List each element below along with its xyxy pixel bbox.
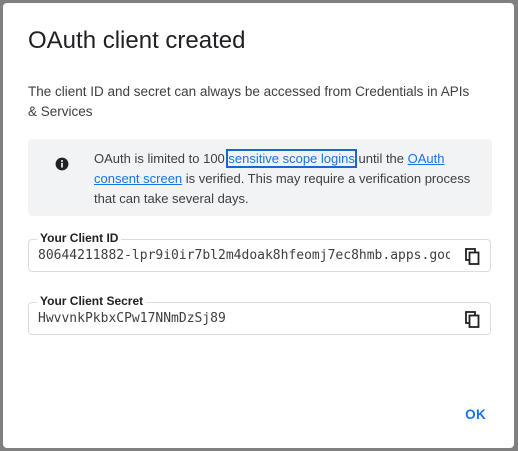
ok-button[interactable]: OK	[459, 403, 492, 426]
copy-client-id-button[interactable]	[462, 246, 482, 266]
copy-client-secret-button[interactable]	[462, 309, 482, 329]
verification-notice: OAuth is limited to 100 sensitive scope …	[28, 139, 492, 216]
notice-text-middle: until the	[354, 151, 408, 166]
client-id-value[interactable]: 80644211882-lpr9i0ir7bl2m4doak8hfeomj7ec…	[38, 248, 450, 264]
notice-text: OAuth is limited to 100 sensitive scope …	[94, 149, 484, 209]
client-id-label: Your Client ID	[37, 231, 122, 245]
client-id-field: Your Client ID 80644211882-lpr9i0ir7bl2m…	[28, 231, 491, 272]
copy-icon	[464, 247, 479, 265]
client-secret-field: Your Client Secret HwvvnkPkbxCPw17NNmDzS…	[28, 294, 491, 335]
notice-text-before: OAuth is limited to 100	[94, 151, 229, 166]
dialog-description: The client ID and secret can always be a…	[28, 84, 470, 119]
oauth-client-dialog: OAuth client created The client ID and s…	[3, 3, 514, 448]
client-secret-label: Your Client Secret	[37, 294, 147, 308]
sensitive-scope-logins-link[interactable]: sensitive scope logins	[226, 149, 357, 168]
info-icon	[55, 157, 69, 171]
client-secret-value[interactable]: HwvvnkPkbxCPw17NNmDzSj89	[38, 311, 450, 327]
dialog-title: OAuth client created	[28, 27, 246, 54]
copy-icon	[464, 310, 479, 328]
